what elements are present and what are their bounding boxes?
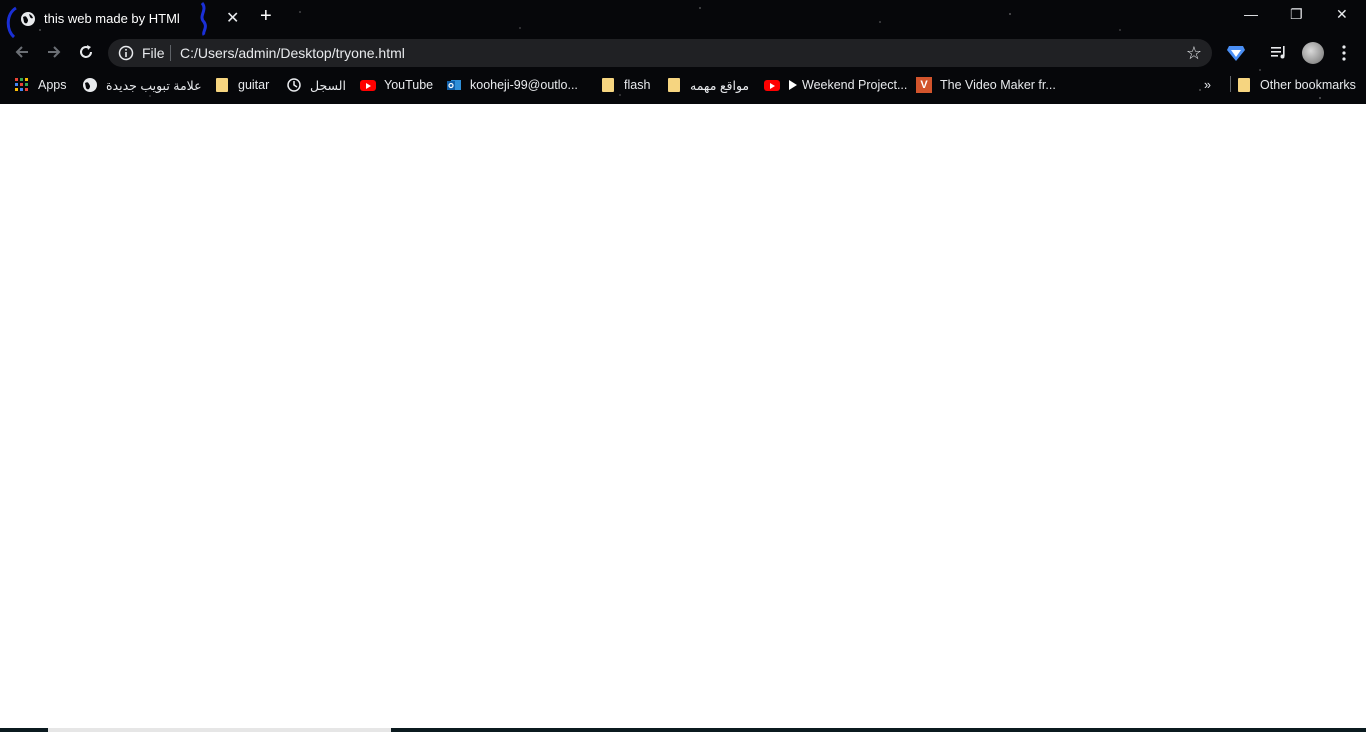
url-text[interactable]: C:/Users/admin/Desktop/tryone.html: [180, 45, 405, 61]
bookmarks-overflow-button[interactable]: »: [1204, 76, 1211, 94]
arrow-left-icon: [15, 46, 28, 58]
bookmark-label: السجل: [310, 78, 346, 93]
media-queue-icon[interactable]: [1270, 44, 1288, 60]
reload-button[interactable]: [76, 43, 96, 63]
bookmark-new-tab[interactable]: علامة تبويب جديدة: [82, 76, 202, 94]
apps-grid-icon: [15, 78, 28, 91]
bookmark-label: مواقع مهمه: [690, 78, 750, 93]
bookmark-label: The Video Maker fr...: [940, 78, 1056, 92]
bookmark-label: Other bookmarks: [1260, 78, 1356, 92]
globe-icon: [83, 78, 97, 92]
bookmark-label: guitar: [238, 78, 270, 92]
minimize-button[interactable]: —: [1244, 6, 1258, 22]
bookmark-label: Apps: [38, 78, 67, 92]
taskbar-segment: [48, 728, 391, 732]
profile-avatar[interactable]: [1302, 42, 1324, 64]
bookmark-weekend-project[interactable]: Weekend Project...: [764, 76, 907, 94]
bookmark-youtube[interactable]: YouTube: [360, 76, 433, 94]
bookmark-video-maker[interactable]: V The Video Maker fr...: [916, 76, 1056, 94]
browser-chrome: this web made by HTMl ✕ + — ❐ ✕ File C:/…: [0, 0, 1366, 104]
tab-title: this web made by HTMl: [44, 11, 180, 26]
info-icon[interactable]: [118, 45, 134, 61]
youtube-icon: [764, 79, 780, 91]
bookmark-label: flash: [624, 78, 651, 92]
youtube-icon: [360, 79, 376, 91]
more-menu-icon[interactable]: [1340, 44, 1348, 62]
bookmark-label: Weekend Project...: [802, 78, 908, 92]
restore-button[interactable]: ❐: [1290, 6, 1303, 23]
folder-icon: [216, 78, 228, 92]
bookmarks-separator: [1230, 76, 1231, 92]
back-button[interactable]: [12, 43, 32, 63]
globe-icon: [21, 12, 35, 26]
bookmark-outlook[interactable]: kooheji-99@outlo...: [446, 76, 578, 94]
folder-icon: [602, 78, 614, 92]
bookmark-flash[interactable]: flash: [602, 76, 650, 94]
history-clock-icon: [287, 78, 301, 92]
video-maker-icon: V: [916, 77, 932, 93]
arrow-right-icon: [48, 46, 61, 58]
bookmark-history[interactable]: السجل: [286, 76, 346, 94]
browser-tab[interactable]: this web made by HTMl ✕: [6, 4, 244, 34]
taskbar-strip: [0, 728, 1366, 732]
address-bar[interactable]: File C:/Users/admin/Desktop/tryone.html …: [108, 39, 1212, 67]
outlook-icon: [447, 80, 461, 90]
bookmark-star-icon[interactable]: ☆: [1186, 43, 1202, 64]
bookmark-label: kooheji-99@outlo...: [470, 78, 578, 92]
tab-close-icon[interactable]: ✕: [226, 8, 239, 28]
bookmark-label: YouTube: [384, 78, 434, 92]
folder-icon: [668, 78, 680, 92]
extension-diamond-icon[interactable]: [1226, 44, 1246, 62]
page-content: [0, 104, 1366, 728]
window-close-button[interactable]: ✕: [1336, 6, 1348, 23]
play-icon: [789, 80, 797, 90]
bookmark-label: علامة تبويب جديدة: [106, 78, 202, 93]
bookmark-guitar[interactable]: guitar: [216, 76, 269, 94]
reload-icon: [80, 45, 92, 58]
address-separator: [170, 45, 171, 61]
forward-button[interactable]: [44, 43, 64, 63]
new-tab-button[interactable]: +: [260, 6, 272, 26]
bookmark-other[interactable]: Other bookmarks: [1238, 76, 1356, 94]
bookmark-apps[interactable]: Apps: [14, 76, 67, 94]
chevron-double-right-icon: »: [1204, 78, 1211, 92]
file-chip: File: [142, 45, 165, 61]
bookmark-important-sites[interactable]: مواقع مهمه: [668, 76, 749, 94]
folder-icon: [1238, 78, 1250, 92]
